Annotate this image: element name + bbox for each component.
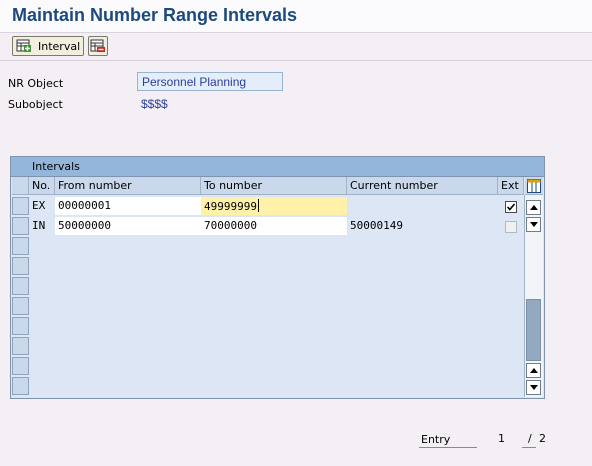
cell-no: IN [32, 219, 46, 232]
interval-button-label: Interval [38, 40, 81, 53]
cell-to-number[interactable]: 70000000 [201, 217, 347, 235]
column-header-from-number[interactable]: From number [55, 177, 201, 195]
cell-current-number: 50000149 [350, 219, 403, 232]
entry-separator-underline [522, 447, 536, 448]
row-selector[interactable] [12, 197, 29, 215]
text-cursor [257, 199, 259, 212]
row-selector[interactable] [12, 297, 29, 315]
delete-interval-button[interactable] [88, 36, 108, 56]
entry-separator: / [528, 432, 532, 445]
scroll-top-button[interactable] [526, 200, 541, 215]
triangle-up-icon [530, 205, 538, 210]
entry-current[interactable]: 1 [498, 432, 505, 445]
checkmark-icon [506, 203, 516, 211]
column-header-to-number[interactable]: To number [201, 177, 347, 195]
ext-checkbox[interactable] [505, 201, 517, 213]
interval-button[interactable]: Interval [12, 36, 84, 56]
table-settings-button[interactable] [525, 177, 543, 195]
subobject-value: $$$$ [141, 97, 168, 111]
subobject-label: Subobject [8, 98, 63, 111]
row-selector[interactable] [12, 237, 29, 255]
ext-checkbox-disabled [505, 221, 517, 233]
intervals-table: Intervals No. From number To number Curr… [10, 156, 545, 399]
application-toolbar: Interval [0, 33, 592, 61]
cell-current-number [347, 197, 498, 215]
select-all-header[interactable] [12, 177, 29, 195]
nr-object-label: NR Object [8, 77, 64, 90]
cell-from-number[interactable]: 00000001 [55, 197, 201, 215]
cell-to-number[interactable]: 49999999 [201, 197, 347, 215]
cell-from-number[interactable]: 50000000 [55, 217, 201, 235]
triangle-down-icon [530, 222, 538, 227]
triangle-up-icon [530, 368, 538, 373]
row-selector[interactable] [12, 217, 29, 235]
row-selector[interactable] [12, 317, 29, 335]
triangle-down-icon [530, 385, 538, 390]
row-selector[interactable] [12, 357, 29, 375]
row-selector[interactable] [12, 337, 29, 355]
scroll-up-button[interactable] [526, 217, 541, 232]
column-header-current-number[interactable]: Current number [347, 177, 498, 195]
cell-no: EX [32, 199, 46, 212]
intervals-table-title: Intervals [32, 160, 80, 173]
entry-total: 2 [539, 432, 546, 445]
add-interval-icon [16, 39, 32, 56]
row-selector[interactable] [12, 277, 29, 295]
scroll-thumb[interactable] [526, 299, 541, 361]
page-title: Maintain Number Range Intervals [12, 5, 298, 25]
row-selector[interactable] [12, 377, 29, 395]
table-settings-icon [527, 179, 541, 193]
nr-object-field[interactable]: Personnel Planning [137, 72, 283, 91]
intervals-table-title-bar: Intervals [11, 157, 544, 177]
vertical-scrollbar[interactable] [524, 195, 543, 397]
entry-label: Entry [421, 433, 451, 446]
title-bar: Maintain Number Range Intervals [0, 0, 592, 33]
entry-label-underline [419, 447, 477, 448]
column-header-ext[interactable]: Ext [498, 177, 524, 195]
delete-interval-icon [90, 39, 106, 56]
column-header-no[interactable]: No. [29, 177, 55, 195]
row-selector[interactable] [12, 257, 29, 275]
scroll-bottom-button[interactable] [526, 380, 541, 395]
scroll-down-button[interactable] [526, 363, 541, 378]
